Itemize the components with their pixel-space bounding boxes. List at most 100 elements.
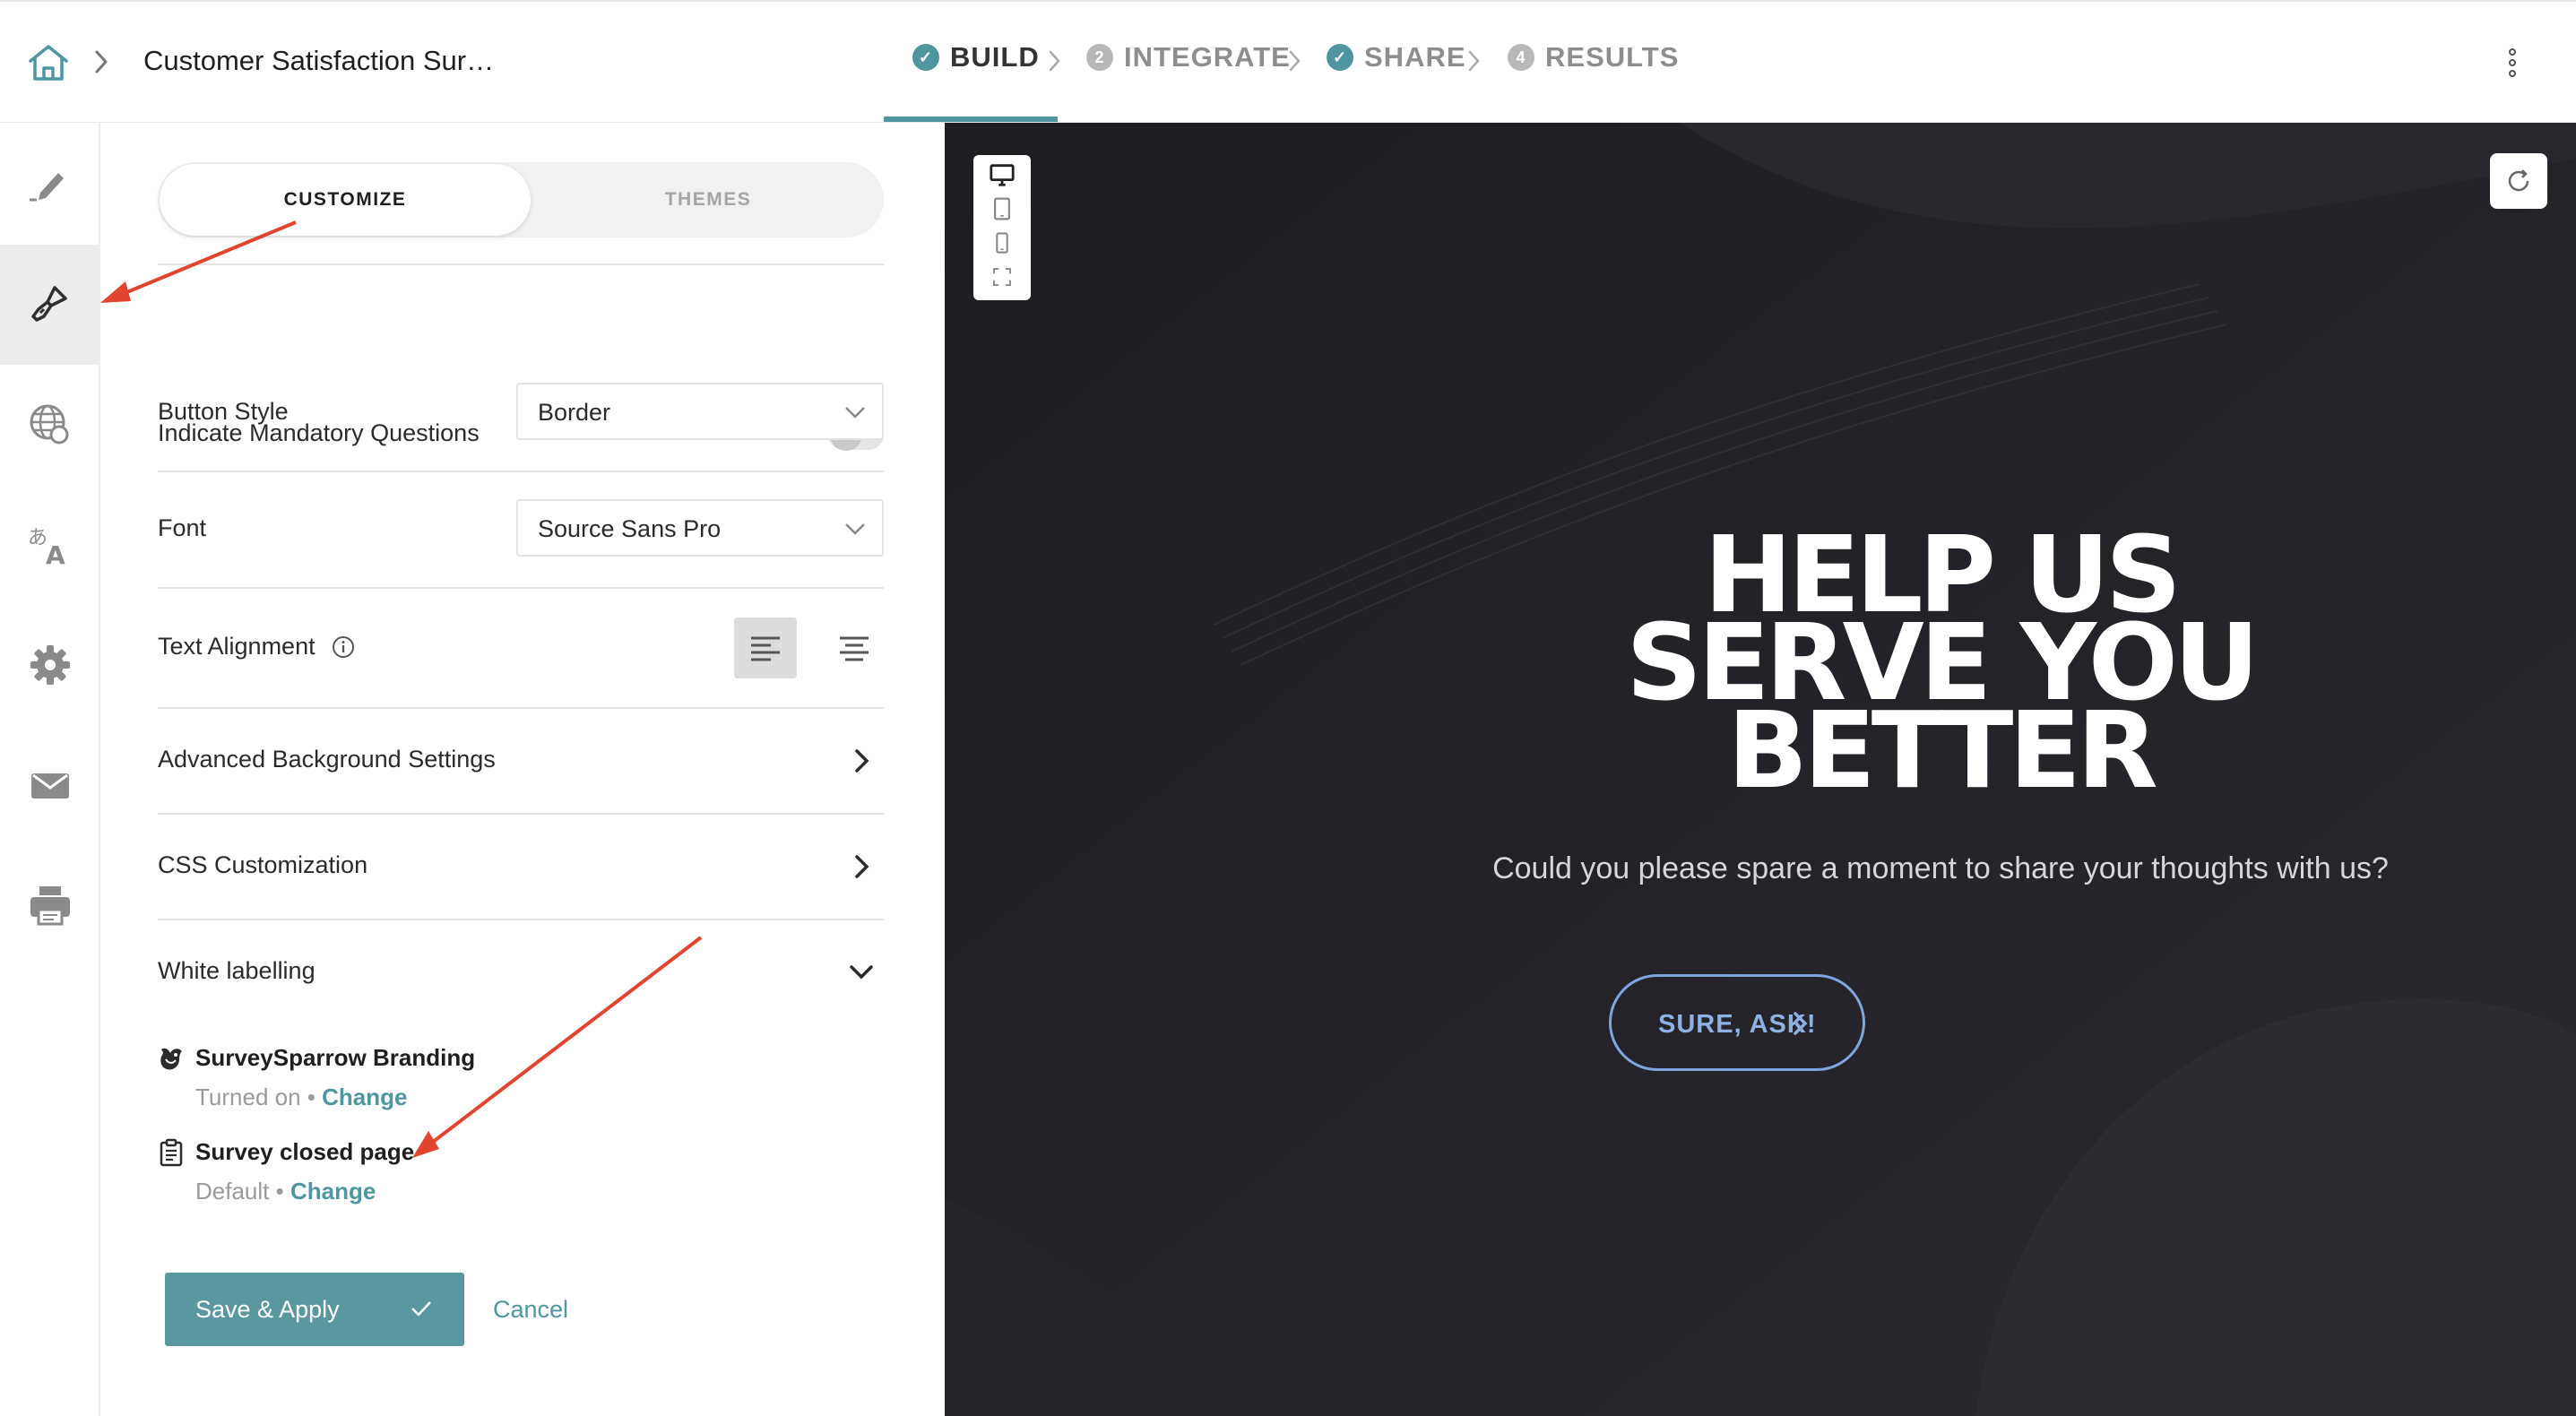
button-style-value: Border (538, 399, 611, 426)
step-chevron-icon (1289, 50, 1301, 72)
separator-dot: • (269, 1178, 290, 1204)
welcome-heading: HELP US SERVE YOU BETTER (945, 522, 2576, 812)
css-customization-row[interactable]: CSS Customization (158, 815, 884, 919)
rail-item-print[interactable] (0, 845, 100, 965)
customize-themes-switch: CUSTOMIZE THEMES (158, 162, 884, 237)
align-left-button[interactable] (734, 617, 797, 678)
white-labelling-row[interactable]: White labelling (158, 920, 884, 1024)
divider (158, 263, 884, 265)
cancel-button[interactable]: Cancel (493, 1296, 568, 1324)
chevron-right-icon (1794, 1012, 1808, 1035)
tab-themes[interactable]: THEMES (532, 162, 884, 237)
button-style-row (158, 356, 884, 358)
step-results[interactable]: 4 RESULTS (1508, 41, 1679, 73)
survey-preview: HELP US SERVE YOU BETTER Could you pleas… (945, 123, 2576, 1416)
svg-text:あ: あ (28, 527, 48, 549)
advanced-background-row[interactable]: Advanced Background Settings (158, 709, 884, 813)
separator-dot: • (300, 1084, 323, 1110)
step-share[interactable]: ✓ SHARE (1327, 41, 1466, 73)
save-apply-button[interactable]: Save & Apply (165, 1273, 464, 1346)
chevron-down-icon (845, 523, 865, 535)
divider (158, 471, 884, 472)
rail-item-settings[interactable] (0, 605, 100, 725)
align-center-button[interactable] (823, 617, 886, 678)
rail-item-language[interactable] (0, 365, 100, 485)
translate-icon: あ A (28, 527, 65, 567)
fullscreen-icon (993, 268, 1011, 286)
check-icon: ✓ (912, 44, 939, 71)
breadcrumb-chevron-icon (95, 50, 108, 73)
bird-logo-icon (160, 1048, 182, 1070)
rail-item-email[interactable] (0, 725, 100, 845)
step-integrate[interactable]: 2 INTEGRATE (1086, 41, 1291, 73)
step-chevron-icon (1468, 50, 1480, 72)
tablet-view-button[interactable] (988, 194, 1016, 223)
mail-icon (31, 773, 69, 799)
survey-title[interactable]: Customer Satisfaction Sur… (143, 45, 494, 77)
refresh-preview-button[interactable] (2490, 153, 2547, 209)
heading-line: BETTER (1727, 688, 2158, 812)
chevron-right-icon (855, 749, 869, 773)
text-alignment-label: Text Alignment (158, 633, 316, 660)
globe-icon (30, 404, 69, 445)
chevron-down-icon (845, 407, 865, 419)
step-build[interactable]: ✓ BUILD (912, 41, 1040, 73)
chevron-down-icon (850, 965, 873, 980)
left-rail: あ A (0, 123, 100, 1416)
branding-status: Turned on • Change (195, 1084, 407, 1111)
desktop-icon (990, 164, 1015, 186)
rail-item-translate[interactable]: あ A (0, 485, 100, 605)
home-icon[interactable] (27, 43, 70, 82)
paint-brush-icon (31, 286, 67, 322)
customize-panel: CUSTOMIZE THEMES Indicate Mandatory Ques… (102, 123, 945, 1416)
button-style-label: Button Style (158, 398, 289, 425)
button-style-select[interactable]: Border (516, 383, 884, 440)
step-share-label: SHARE (1364, 41, 1466, 73)
active-step-underline (884, 117, 1058, 122)
mobile-icon (996, 232, 1008, 254)
branding-status-text: Turned on (195, 1084, 301, 1110)
step-number-badge: 2 (1086, 44, 1113, 71)
step-results-label: RESULTS (1545, 41, 1680, 73)
refresh-icon (2508, 169, 2529, 192)
printer-icon (30, 886, 70, 926)
chevron-right-icon (855, 855, 869, 878)
check-icon (411, 1301, 431, 1317)
svg-text:A: A (46, 540, 65, 567)
closed-page-change-link[interactable]: Change (290, 1178, 376, 1204)
pencil-icon (30, 173, 64, 202)
desktop-view-button[interactable] (988, 160, 1016, 189)
align-left-icon (751, 636, 780, 661)
rail-item-design[interactable] (0, 245, 100, 365)
branding-title: SurveySparrow Branding (195, 1044, 476, 1071)
mobile-view-button[interactable] (988, 229, 1016, 257)
step-number-badge: 4 (1508, 44, 1534, 71)
step-integrate-label: INTEGRATE (1124, 41, 1291, 73)
tab-customize[interactable]: CUSTOMIZE (160, 164, 531, 236)
closed-page-status: Default • Change (195, 1178, 376, 1205)
tablet-icon (994, 197, 1010, 220)
info-icon[interactable] (332, 635, 355, 659)
check-icon: ✓ (1327, 44, 1353, 71)
font-select[interactable]: Source Sans Pro (516, 499, 884, 557)
gear-icon (30, 645, 70, 685)
branding-change-link[interactable]: Change (322, 1084, 407, 1110)
clipboard-icon (160, 1138, 183, 1167)
text-alignment-row: Text Alignment (158, 633, 355, 661)
divider (158, 587, 884, 589)
more-options-icon[interactable] (2506, 47, 2519, 79)
device-switcher (973, 155, 1031, 300)
step-build-label: BUILD (950, 41, 1040, 73)
closed-page-status-text: Default (195, 1178, 270, 1204)
font-label: Font (158, 514, 207, 541)
font-value: Source Sans Pro (538, 515, 722, 542)
fullscreen-button[interactable] (988, 263, 1016, 291)
step-chevron-icon (1049, 50, 1060, 72)
welcome-subtitle: Could you please spare a moment to share… (1492, 851, 2389, 885)
save-apply-label: Save & Apply (195, 1296, 340, 1323)
closed-page-title: Survey closed page (195, 1138, 415, 1165)
white-labelling-label: White labelling (158, 957, 316, 984)
rail-item-edit[interactable] (0, 123, 100, 243)
sure-ask-button[interactable]: SURE, ASK! (1609, 974, 1865, 1071)
align-center-icon (840, 636, 869, 661)
